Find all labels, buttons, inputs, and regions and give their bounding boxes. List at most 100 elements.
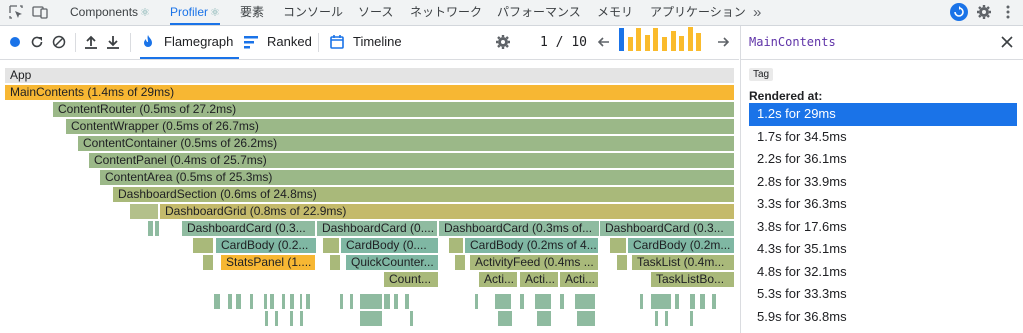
flame-node[interactable]: TaskList (0.4m... [632, 255, 734, 270]
tab-elements[interactable]: 要素 [240, 0, 264, 25]
flame-node-leaf[interactable] [306, 294, 310, 309]
close-icon[interactable] [1000, 35, 1014, 49]
flame-node-leaf[interactable] [290, 294, 294, 309]
flame-node-leaf[interactable] [700, 294, 705, 309]
flame-node-leaf[interactable] [655, 311, 658, 326]
commit-bar[interactable] [644, 35, 650, 51]
flame-node[interactable]: CardBody (0.2m... [628, 238, 734, 253]
more-tabs-icon[interactable]: » [753, 0, 761, 25]
tab-flamegraph[interactable]: Flamegraph [140, 26, 240, 59]
flame-node[interactable]: StatsPanel (1.... [221, 255, 315, 270]
flame-node[interactable] [323, 238, 339, 253]
flame-node[interactable]: DashboardCard (0.... [317, 221, 437, 236]
flame-node-leaf[interactable] [228, 294, 232, 309]
flame-node-leaf[interactable] [250, 294, 253, 309]
flame-node[interactable] [617, 255, 627, 270]
tab-console[interactable]: コンソール [283, 0, 343, 25]
flame-node-leaf[interactable] [300, 311, 303, 326]
flame-node-leaf[interactable] [360, 311, 382, 326]
flame-node[interactable]: Count... [384, 272, 438, 287]
flame-node-leaf[interactable] [520, 294, 524, 309]
flame-node[interactable]: Acti... [560, 272, 598, 287]
clear-profile-icon[interactable] [51, 34, 67, 50]
flame-node[interactable] [193, 238, 213, 253]
commit-selector-chart[interactable] [617, 27, 706, 56]
flame-node-leaf[interactable] [214, 294, 220, 309]
tab-network[interactable]: ネットワーク [410, 0, 482, 25]
render-item[interactable]: 5.9s for 36.8ms [749, 306, 1017, 329]
flame-node[interactable]: ContentRouter (0.5ms of 27.2ms) [53, 102, 734, 117]
tab-performance[interactable]: パフォーマンス [497, 0, 581, 25]
flame-node-leaf[interactable] [665, 311, 668, 326]
flame-node-leaf[interactable] [575, 294, 595, 309]
flame-node[interactable]: Acti... [520, 272, 558, 287]
commit-bar[interactable] [679, 36, 685, 51]
flame-node-leaf[interactable] [535, 294, 551, 309]
render-item[interactable]: 2.2s for 36.1ms [749, 148, 1017, 171]
flame-node[interactable]: ActivityFeed (0.4ms ... [470, 255, 598, 270]
commit-bar[interactable] [687, 27, 693, 51]
tab-components[interactable]: Components ⚛ [70, 0, 150, 25]
render-item[interactable]: 1.7s for 34.5ms [749, 126, 1017, 149]
commit-bar[interactable] [627, 37, 633, 51]
tab-profiler[interactable]: Profiler ⚛ [170, 0, 220, 25]
commit-bar[interactable] [619, 28, 624, 51]
flame-node[interactable] [155, 221, 159, 236]
flame-node-leaf[interactable] [675, 294, 679, 309]
render-item[interactable]: 4.8s for 32.1ms [749, 261, 1017, 284]
flame-node-leaf[interactable] [690, 294, 695, 309]
device-toolbar-icon[interactable] [32, 4, 48, 20]
flame-node[interactable]: ContentArea (0.5ms of 25.3ms) [100, 170, 734, 185]
flame-node[interactable] [449, 238, 463, 253]
flame-node-leaf[interactable] [537, 311, 551, 326]
next-commit-arrow-icon[interactable] [715, 34, 731, 50]
flame-node-leaf[interactable] [498, 311, 512, 326]
commit-bar[interactable] [636, 28, 642, 51]
flame-node-leaf[interactable] [282, 294, 285, 309]
flame-node-leaf[interactable] [405, 294, 409, 309]
record-icon[interactable] [7, 34, 23, 50]
flame-node[interactable]: DashboardCard (0.3... [600, 221, 734, 236]
render-item[interactable]: 3.8s for 17.6ms [749, 216, 1017, 239]
commit-bar[interactable] [662, 37, 667, 51]
profiler-settings-icon[interactable] [495, 34, 511, 50]
settings-gear-icon[interactable] [976, 4, 992, 20]
flame-node[interactable]: DashboardCard (0.3... [182, 221, 315, 236]
flame-node-leaf[interactable] [560, 294, 564, 309]
more-options-icon[interactable] [1000, 4, 1016, 20]
flame-node-leaf[interactable] [300, 294, 302, 309]
flame-node[interactable]: CardBody (0.2... [216, 238, 316, 253]
commit-bar[interactable] [653, 28, 659, 51]
flame-node-leaf[interactable] [236, 294, 241, 309]
flame-node[interactable]: CardBody (0.2ms of 4... [465, 238, 598, 253]
flame-node-leaf[interactable] [495, 294, 511, 309]
flame-node-leaf[interactable] [690, 311, 693, 326]
commit-bar[interactable] [696, 33, 702, 51]
render-item[interactable]: 3.3s for 36.3ms [749, 193, 1017, 216]
flame-node[interactable] [203, 255, 213, 270]
flame-node[interactable] [330, 255, 340, 270]
flame-node-leaf[interactable] [651, 294, 671, 309]
flame-node-leaf[interactable] [712, 294, 716, 309]
reload-and-profile-icon[interactable] [29, 34, 45, 50]
flame-node[interactable] [130, 204, 158, 219]
flame-node-leaf[interactable] [577, 311, 595, 326]
tab-application[interactable]: アプリケーション [650, 0, 746, 25]
flame-node[interactable]: QuickCounter... [346, 255, 438, 270]
flame-node[interactable] [610, 238, 626, 253]
tab-memory[interactable]: メモリ [597, 0, 633, 25]
render-item[interactable]: 4.3s for 35.1ms [749, 238, 1017, 261]
flame-node-leaf[interactable] [360, 294, 382, 309]
flame-node[interactable]: ContentContainer (0.5ms of 26.2ms) [78, 136, 734, 151]
flame-node-leaf[interactable] [275, 311, 278, 326]
tab-sources[interactable]: ソース [358, 0, 393, 25]
flame-node-leaf[interactable] [350, 294, 353, 309]
flame-node-leaf[interactable] [475, 294, 478, 309]
flame-node-leaf[interactable] [640, 294, 643, 309]
flame-node[interactable] [455, 255, 465, 270]
flame-node-leaf[interactable] [394, 294, 398, 309]
flame-node[interactable]: TaskListBo... [651, 272, 734, 287]
flame-node-leaf[interactable] [384, 294, 390, 309]
flame-node-leaf[interactable] [264, 294, 267, 309]
flame-node[interactable]: CardBody (0.... [341, 238, 438, 253]
